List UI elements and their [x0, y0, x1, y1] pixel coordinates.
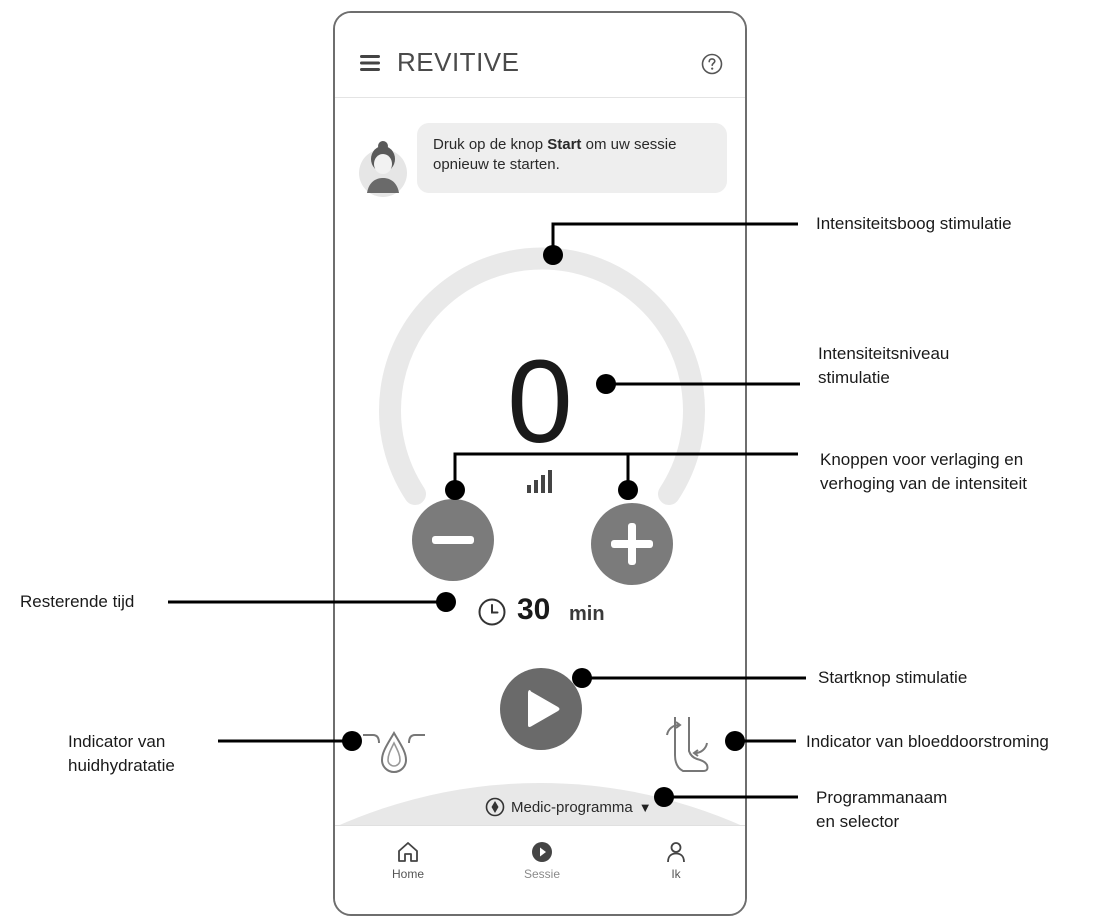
- callout-buttons: Knoppen voor verlaging en verhoging van …: [820, 448, 1027, 496]
- chevron-down-icon: ▼: [638, 799, 652, 815]
- nav-item-me[interactable]: Ik: [641, 840, 711, 881]
- time-value: 30: [517, 593, 551, 626]
- phone-screen: REVITIVE Druk op de knop Start om uw ses…: [333, 11, 747, 916]
- decrease-intensity-button[interactable]: [412, 499, 494, 581]
- callout-arc: Intensiteitsboog stimulatie: [816, 214, 1012, 233]
- remaining-time: 30 min: [477, 593, 637, 633]
- increase-intensity-button[interactable]: [591, 503, 673, 585]
- callout-time: Resterende tijd: [20, 592, 135, 611]
- nav-item-home[interactable]: Home: [373, 840, 443, 881]
- nav-label-session: Sessie: [523, 867, 561, 881]
- nav-label-me: Ik: [671, 867, 681, 881]
- signal-strength-icon: [527, 470, 552, 493]
- blood-flow-icon: [666, 717, 709, 772]
- skin-hydration-icon: [363, 731, 425, 773]
- callout-buttons-line1: Knoppen voor verlaging en: [820, 450, 1024, 469]
- program-icon: [485, 797, 505, 817]
- intensity-level: 0: [507, 336, 573, 468]
- callout-hydration-line1: Indicator van: [68, 732, 166, 751]
- play-circle-icon: [532, 842, 552, 862]
- callout-hydration: Indicator van huidhydratatie: [68, 730, 175, 778]
- callout-start: Startknop stimulatie: [818, 668, 968, 687]
- home-icon: [398, 842, 418, 862]
- nav-item-session[interactable]: Sessie: [507, 840, 577, 881]
- bottom-nav: Home Sessie Ik: [335, 825, 745, 914]
- play-icon: [528, 690, 560, 727]
- start-button[interactable]: [500, 668, 582, 750]
- intensity-arc: [379, 247, 705, 505]
- callout-program-line1: Programmanaam: [816, 788, 948, 807]
- person-icon: [667, 842, 685, 863]
- callout-level-line2: stimulatie: [818, 368, 890, 387]
- plus-icon-vertical: [628, 523, 636, 565]
- callout-level-line1: Intensiteitsniveau: [818, 344, 950, 363]
- callout-buttons-line2: verhoging van de intensiteit: [820, 474, 1027, 493]
- callout-program-line2: en selector: [816, 812, 900, 831]
- callout-program: Programmanaam en selector: [816, 786, 947, 834]
- program-selector[interactable]: Medic-programma ▼: [485, 797, 652, 817]
- callout-level: Intensiteitsniveau stimulatie: [818, 342, 949, 390]
- nav-label-home: Home: [391, 867, 424, 881]
- callout-flow: Indicator van bloeddoorstroming: [806, 732, 1049, 751]
- minus-icon: [432, 536, 474, 544]
- clock-icon: [478, 598, 506, 626]
- time-unit: min: [569, 603, 605, 625]
- callout-hydration-line2: huidhydratatie: [68, 756, 175, 775]
- program-name: Medic-programma: [511, 798, 633, 816]
